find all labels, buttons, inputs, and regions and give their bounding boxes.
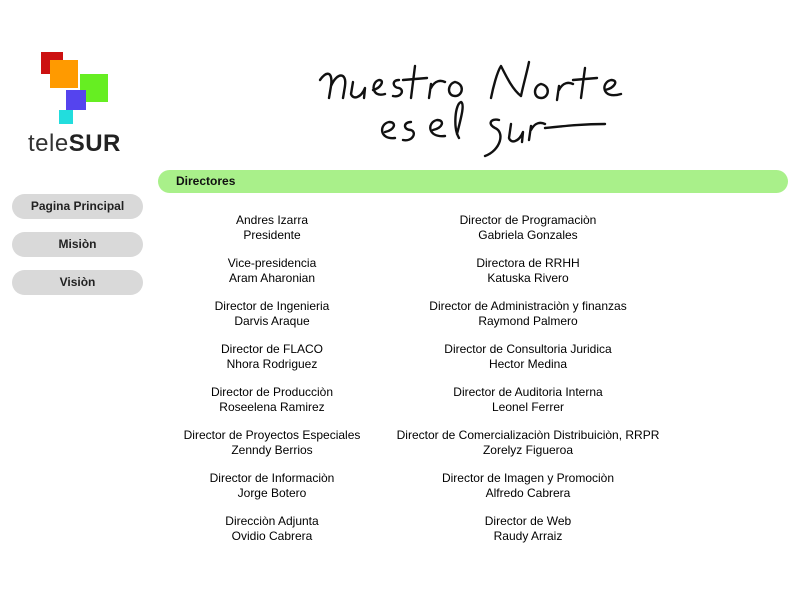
director-role: Direcciòn Adjunta [225,514,319,528]
director-entry: Director de Imagen y Promociòn Alfredo Ca… [380,471,676,514]
nav-vision-button[interactable]: Visiòn [12,270,143,295]
director-role: Director de FLACO [220,342,324,356]
director-entry: Director de Web Raudy Arraiz [380,514,676,557]
logo-text-light: tele [28,130,69,157]
section-title: Directores [176,174,236,188]
director-name: Raymond Palmero [478,314,578,328]
side-navigation: Pagina Principal Misiòn Visiòn [12,194,143,308]
director-role: Director de Producciòn [210,385,334,399]
director-role: Director de Auditoria Interna [453,385,603,399]
director-role: Director de Proyectos Especiales [183,428,361,442]
director-role: Director de Ingenieria [214,299,330,313]
director-name: Alfredo Cabrera [485,486,571,500]
slogan-handwriting [318,60,623,158]
director-role: Director de Consultoria Juridica [444,342,612,356]
director-name: Hector Medina [488,357,568,371]
section-header-bar: Directores [158,170,788,193]
director-entry: Director de Ingenieria Darvis Araque [160,299,384,342]
logo-text-bold: SUR [68,130,121,157]
director-role: Director de Web [484,514,572,528]
director-role: Vice-presidencia [227,256,317,270]
director-name: Aram Aharonian [228,271,316,285]
director-name: Darvis Araque [234,314,310,328]
director-entry: Director de FLACO Nhora Rodriguez [160,342,384,385]
director-role: Andres Izarra [235,213,309,227]
logo-square-cyan [59,110,73,124]
director-name: Zenndy Berrios [231,443,313,457]
director-role: Director de Imagen y Promociòn [441,471,615,485]
director-name: Roseelena Ramirez [219,400,325,414]
director-role: Director de Informaciòn [209,471,335,485]
director-name: Jorge Botero [237,486,307,500]
director-role: Director de Administraciòn y finanzas [429,299,627,313]
director-entry: Director de Auditoria Interna Leonel Ferr… [380,385,676,428]
director-entry: Directora de RRHH Katuska Rivero [380,256,676,299]
nav-pagina-principal-button[interactable]: Pagina Principal [12,194,143,219]
directors-right-column: Director de Programaciòn Gabriela Gonzale… [380,213,676,557]
director-name: Katuska Rivero [487,271,569,285]
director-name: Zorelyz Figueroa [482,443,574,457]
director-name: Ovidio Cabrera [231,529,313,543]
director-entry: Director de Informaciòn Jorge Botero [160,471,384,514]
logo-square-orange [50,60,78,88]
director-entry: Direcciòn Adjunta Ovidio Cabrera [160,514,384,557]
director-entry: Andres Izarra Presidente [160,213,384,256]
director-entry: Director de Comercializaciòn Distribuici… [380,428,676,471]
director-role: Director de Comercializaciòn Distribuici… [396,428,660,442]
director-name: Raudy Arraiz [493,529,563,543]
director-entry: Vice-presidencia Aram Aharonian [160,256,384,299]
logo-wordmark: teleSUR [28,130,121,158]
director-entry: Director de Programaciòn Gabriela Gonzale… [380,213,676,256]
director-name: Leonel Ferrer [491,400,565,414]
director-entry: Director de Proyectos Especiales Zenndy B… [160,428,384,471]
director-role: Director de Programaciòn [459,213,597,227]
director-name: Presidente [243,228,301,242]
logo-square-blue [66,90,86,110]
director-name: Nhora Rodriguez [226,357,318,371]
director-name: Gabriela Gonzales [478,228,578,242]
director-entry: Director de Consultoria Juridica Hector M… [380,342,676,385]
nav-mision-button[interactable]: Misiòn [12,232,143,257]
telesur-logo[interactable]: teleSUR [28,50,128,158]
directors-left-column: Andres Izarra Presidente Vice-presidencia… [160,213,384,557]
director-entry: Director de Producciòn Roseelena Ramirez [160,385,384,428]
director-entry: Director de Administraciòn y finanzas Ray… [380,299,676,342]
director-role: Directora de RRHH [476,256,580,270]
